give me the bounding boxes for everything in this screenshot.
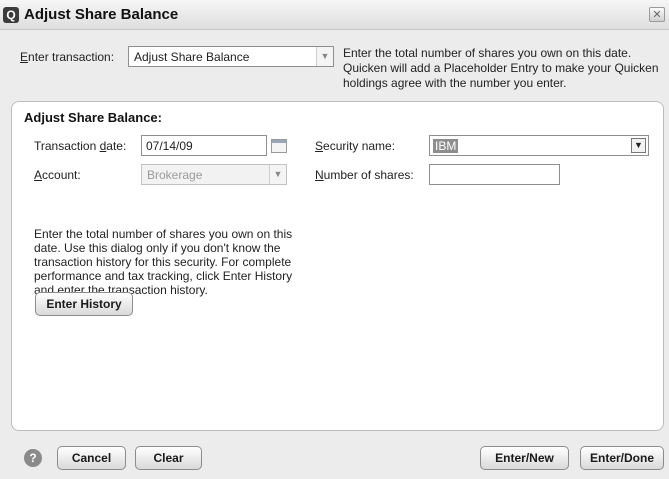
chevron-down-icon[interactable]: ▼ xyxy=(316,47,333,66)
clear-button[interactable]: Clear xyxy=(135,446,202,470)
title-bar: Q Adjust Share Balance ✕ xyxy=(0,0,669,30)
enter-transaction-label-rest: nter transaction: xyxy=(28,50,115,64)
transaction-type-dropdown[interactable]: Adjust Share Balance ▼ xyxy=(128,46,334,67)
account-dropdown: Brokerage ▼ xyxy=(141,164,287,185)
account-value: Brokerage xyxy=(147,168,203,182)
chevron-down-icon: ▼ xyxy=(269,165,286,184)
security-name-value: IBM xyxy=(433,139,459,153)
number-of-shares-input[interactable] xyxy=(429,164,560,185)
quicken-logo-icon: Q xyxy=(3,7,19,23)
cancel-button[interactable]: Cancel xyxy=(57,446,126,470)
transaction-date-value: 07/14/09 xyxy=(146,139,193,153)
enter-done-button[interactable]: Enter/Done xyxy=(580,446,664,470)
account-label: Account: xyxy=(34,168,81,182)
transaction-type-value: Adjust Share Balance xyxy=(134,50,250,64)
number-of-shares-label: Number of shares: xyxy=(315,168,414,182)
enter-history-button[interactable]: Enter History xyxy=(35,292,133,316)
calendar-icon[interactable] xyxy=(271,139,287,153)
info-text: Enter the total number of shares you own… xyxy=(343,46,659,90)
security-name-combobox[interactable]: IBM ▼ xyxy=(429,135,649,156)
transaction-date-input[interactable]: 07/14/09 xyxy=(141,135,267,156)
chevron-down-icon[interactable]: ▼ xyxy=(631,138,646,153)
help-icon[interactable]: ? xyxy=(24,449,42,467)
panel-title: Adjust Share Balance: xyxy=(24,110,162,125)
transaction-date-label: Transaction date: xyxy=(34,139,127,153)
description-text: Enter the total number of shares you own… xyxy=(34,227,293,297)
close-icon[interactable]: ✕ xyxy=(649,7,665,22)
enter-new-button[interactable]: Enter/New xyxy=(480,446,569,470)
window-title: Adjust Share Balance xyxy=(24,6,179,23)
security-name-label: Security name: xyxy=(315,139,396,153)
enter-transaction-label: Enter transaction: xyxy=(20,50,115,64)
